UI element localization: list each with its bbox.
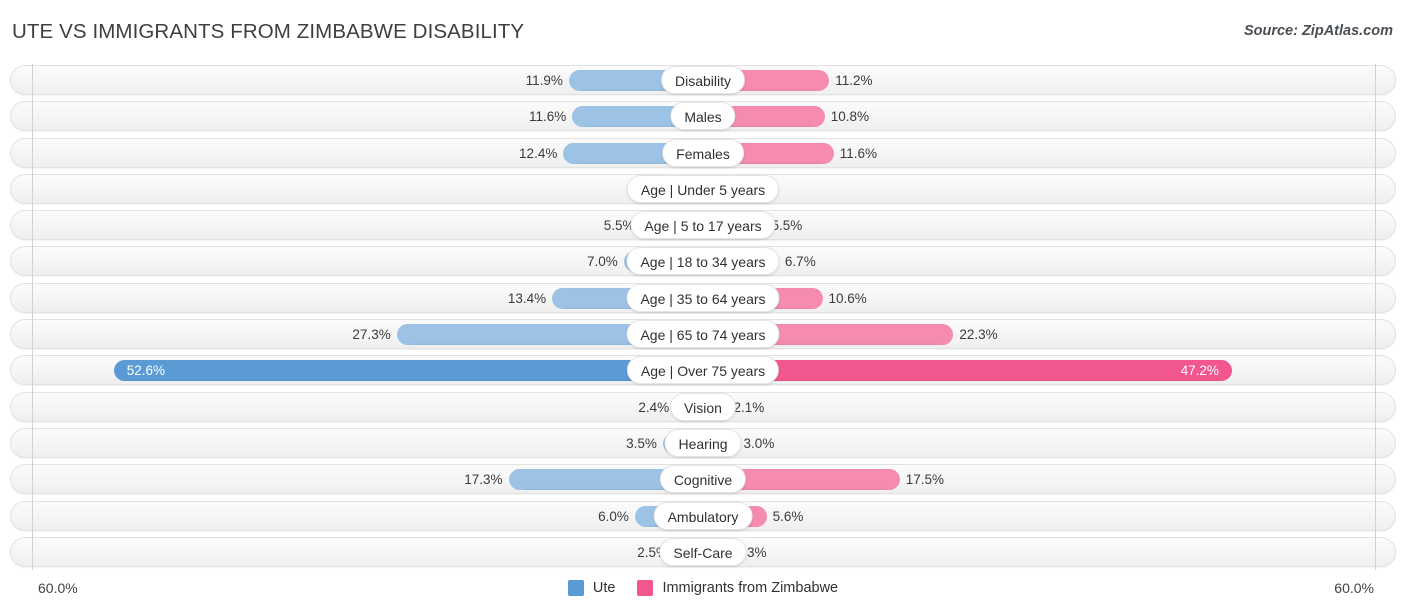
chart-row: 52.6% 47.2% Age | Over 75 years <box>0 352 1406 388</box>
chart-row: 13.4% 10.6% Age | 35 to 64 years <box>0 280 1406 316</box>
category-label-pill: Cognitive <box>659 465 747 494</box>
chart-row: 2.4% 2.1% Vision <box>0 389 1406 425</box>
value-label-left: 27.3% <box>352 327 391 343</box>
value-label-right: 22.3% <box>959 327 998 343</box>
chart-row: 11.9% 11.2% Disability <box>0 62 1406 98</box>
category-label-pill: Ambulatory <box>653 501 753 530</box>
chart-row: 0.86%1.2%Age | Under 5 years <box>0 171 1406 207</box>
chart-legend: Ute Immigrants from Zimbabwe <box>0 580 1406 596</box>
bar-left-ute[interactable] <box>113 360 703 382</box>
value-label-left: 6.0% <box>598 508 629 524</box>
category-label-pill: Age | Over 75 years <box>626 356 780 385</box>
source-attribution: Source: ZipAtlas.com <box>1243 23 1393 39</box>
legend-label: Ute <box>592 580 616 596</box>
chart-row: 2.5% 2.3% Self-Care <box>0 534 1406 570</box>
chart-row: 12.4% 11.6% Females <box>0 135 1406 171</box>
value-label-right: 17.5% <box>905 472 944 488</box>
square-swatch-blue <box>567 580 584 596</box>
value-label-left: 13.4% <box>507 290 547 306</box>
legend-label: Immigrants from Zimbabwe <box>662 580 839 596</box>
value-label-right: 11.6% <box>839 145 877 161</box>
chart-row: 11.6% 10.8% Males <box>0 98 1406 134</box>
bar-right-immigrants[interactable] <box>703 360 1232 382</box>
chart-page: UTE VS IMMIGRANTS FROM ZIMBABWE DISABILI… <box>0 0 1406 612</box>
value-label-right: 2.1% <box>733 399 765 415</box>
value-label-right: 47.2% <box>1180 363 1219 379</box>
category-label-pill: Males <box>670 102 736 131</box>
value-label-left: 2.4% <box>638 399 670 415</box>
chart-row: 6.0% 5.6% Ambulatory <box>0 498 1406 534</box>
value-label-left: 12.4% <box>519 145 558 161</box>
category-label-pill: Vision <box>670 392 736 421</box>
category-label-pill: Self-Care <box>659 537 747 566</box>
chart-rows: 11.9% 11.2% Disability 11.6% 10.8% Males 12.4%… <box>0 62 1406 570</box>
chart-footer: 60.0% 60.0% Ute Immigrants from Zimbabwe <box>0 572 1406 612</box>
value-label-left: 11.9% <box>525 73 563 88</box>
chart-row: 17.3% 17.5% Cognitive <box>0 461 1406 497</box>
axis-line-right <box>1375 64 1376 570</box>
axis-line-left <box>32 64 33 570</box>
category-label-pill: Age | 35 to 64 years <box>626 283 780 312</box>
page-title: UTE VS IMMIGRANTS FROM ZIMBABWE DISABILI… <box>12 20 525 43</box>
chart-plot-area: 11.9% 11.2% Disability 11.6% 10.8% Males 12.4%… <box>0 62 1406 570</box>
value-label-right: 10.8% <box>830 109 870 125</box>
value-label-right: 5.5% <box>771 218 803 234</box>
chart-row: 3.5% 3.0% Hearing <box>0 425 1406 461</box>
category-label-pill: Age | 5 to 17 years <box>630 211 776 240</box>
square-swatch-pink <box>637 580 654 596</box>
category-label-pill: Age | Under 5 years <box>626 174 780 203</box>
category-label-pill: Age | 65 to 74 years <box>626 320 780 349</box>
category-label-pill: Hearing <box>664 428 742 457</box>
value-label-left: 3.5% <box>626 435 657 451</box>
value-label-left: 52.6% <box>126 363 166 379</box>
category-label-pill: Age | 18 to 34 years <box>626 247 780 276</box>
value-label-right: 3.0% <box>743 435 775 451</box>
chart-row: 7.0% 6.7% Age | 18 to 34 years <box>0 243 1406 279</box>
chart-row: 5.5% 5.5% Age | 5 to 17 years <box>0 207 1406 243</box>
value-label-left: 7.0% <box>586 254 618 270</box>
legend-item[interactable]: Ute <box>567 580 616 596</box>
value-label-left: 17.3% <box>464 472 503 488</box>
category-label-pill: Disability <box>660 66 746 94</box>
value-label-right: 11.2% <box>835 73 873 88</box>
category-label-pill: Females <box>662 138 744 167</box>
value-label-right: 10.6% <box>828 290 867 306</box>
chart-header: UTE VS IMMIGRANTS FROM ZIMBABWE DISABILI… <box>0 0 1406 56</box>
chart-row: 27.3% 22.3% Age | 65 to 74 years <box>0 316 1406 352</box>
value-label-right: 5.6% <box>772 508 804 524</box>
value-label-right: 6.7% <box>784 254 816 270</box>
legend-item[interactable]: Immigrants from Zimbabwe <box>637 580 838 596</box>
value-label-left: 11.6% <box>529 109 567 125</box>
